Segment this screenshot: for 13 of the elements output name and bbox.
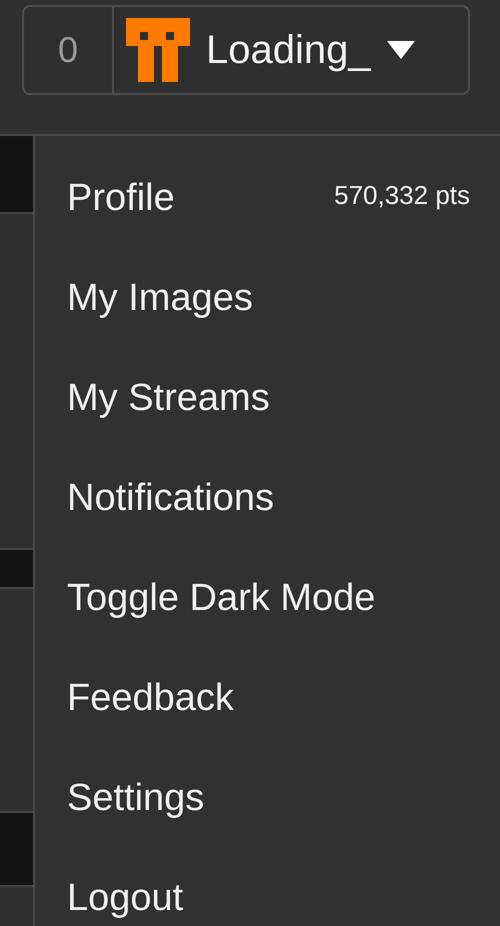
menu-item[interactable]: Profile	[67, 148, 175, 248]
menu-item[interactable]: Feedback	[67, 648, 470, 748]
menu-item[interactable]: My Images	[67, 248, 470, 348]
menu-item[interactable]: Toggle Dark Mode	[67, 548, 470, 648]
points-label: 570,332 pts	[334, 180, 470, 210]
notification-count: 0	[24, 7, 114, 93]
menu-item[interactable]: My Streams	[67, 348, 470, 448]
menu-item[interactable]: Settings	[67, 748, 470, 848]
menu-item[interactable]: Logout	[67, 848, 470, 926]
menu-item[interactable]: Notifications	[67, 448, 470, 548]
caret-icon	[386, 41, 415, 59]
logo-icon	[126, 18, 190, 82]
user-menu-button[interactable]: Loading_	[114, 7, 468, 93]
